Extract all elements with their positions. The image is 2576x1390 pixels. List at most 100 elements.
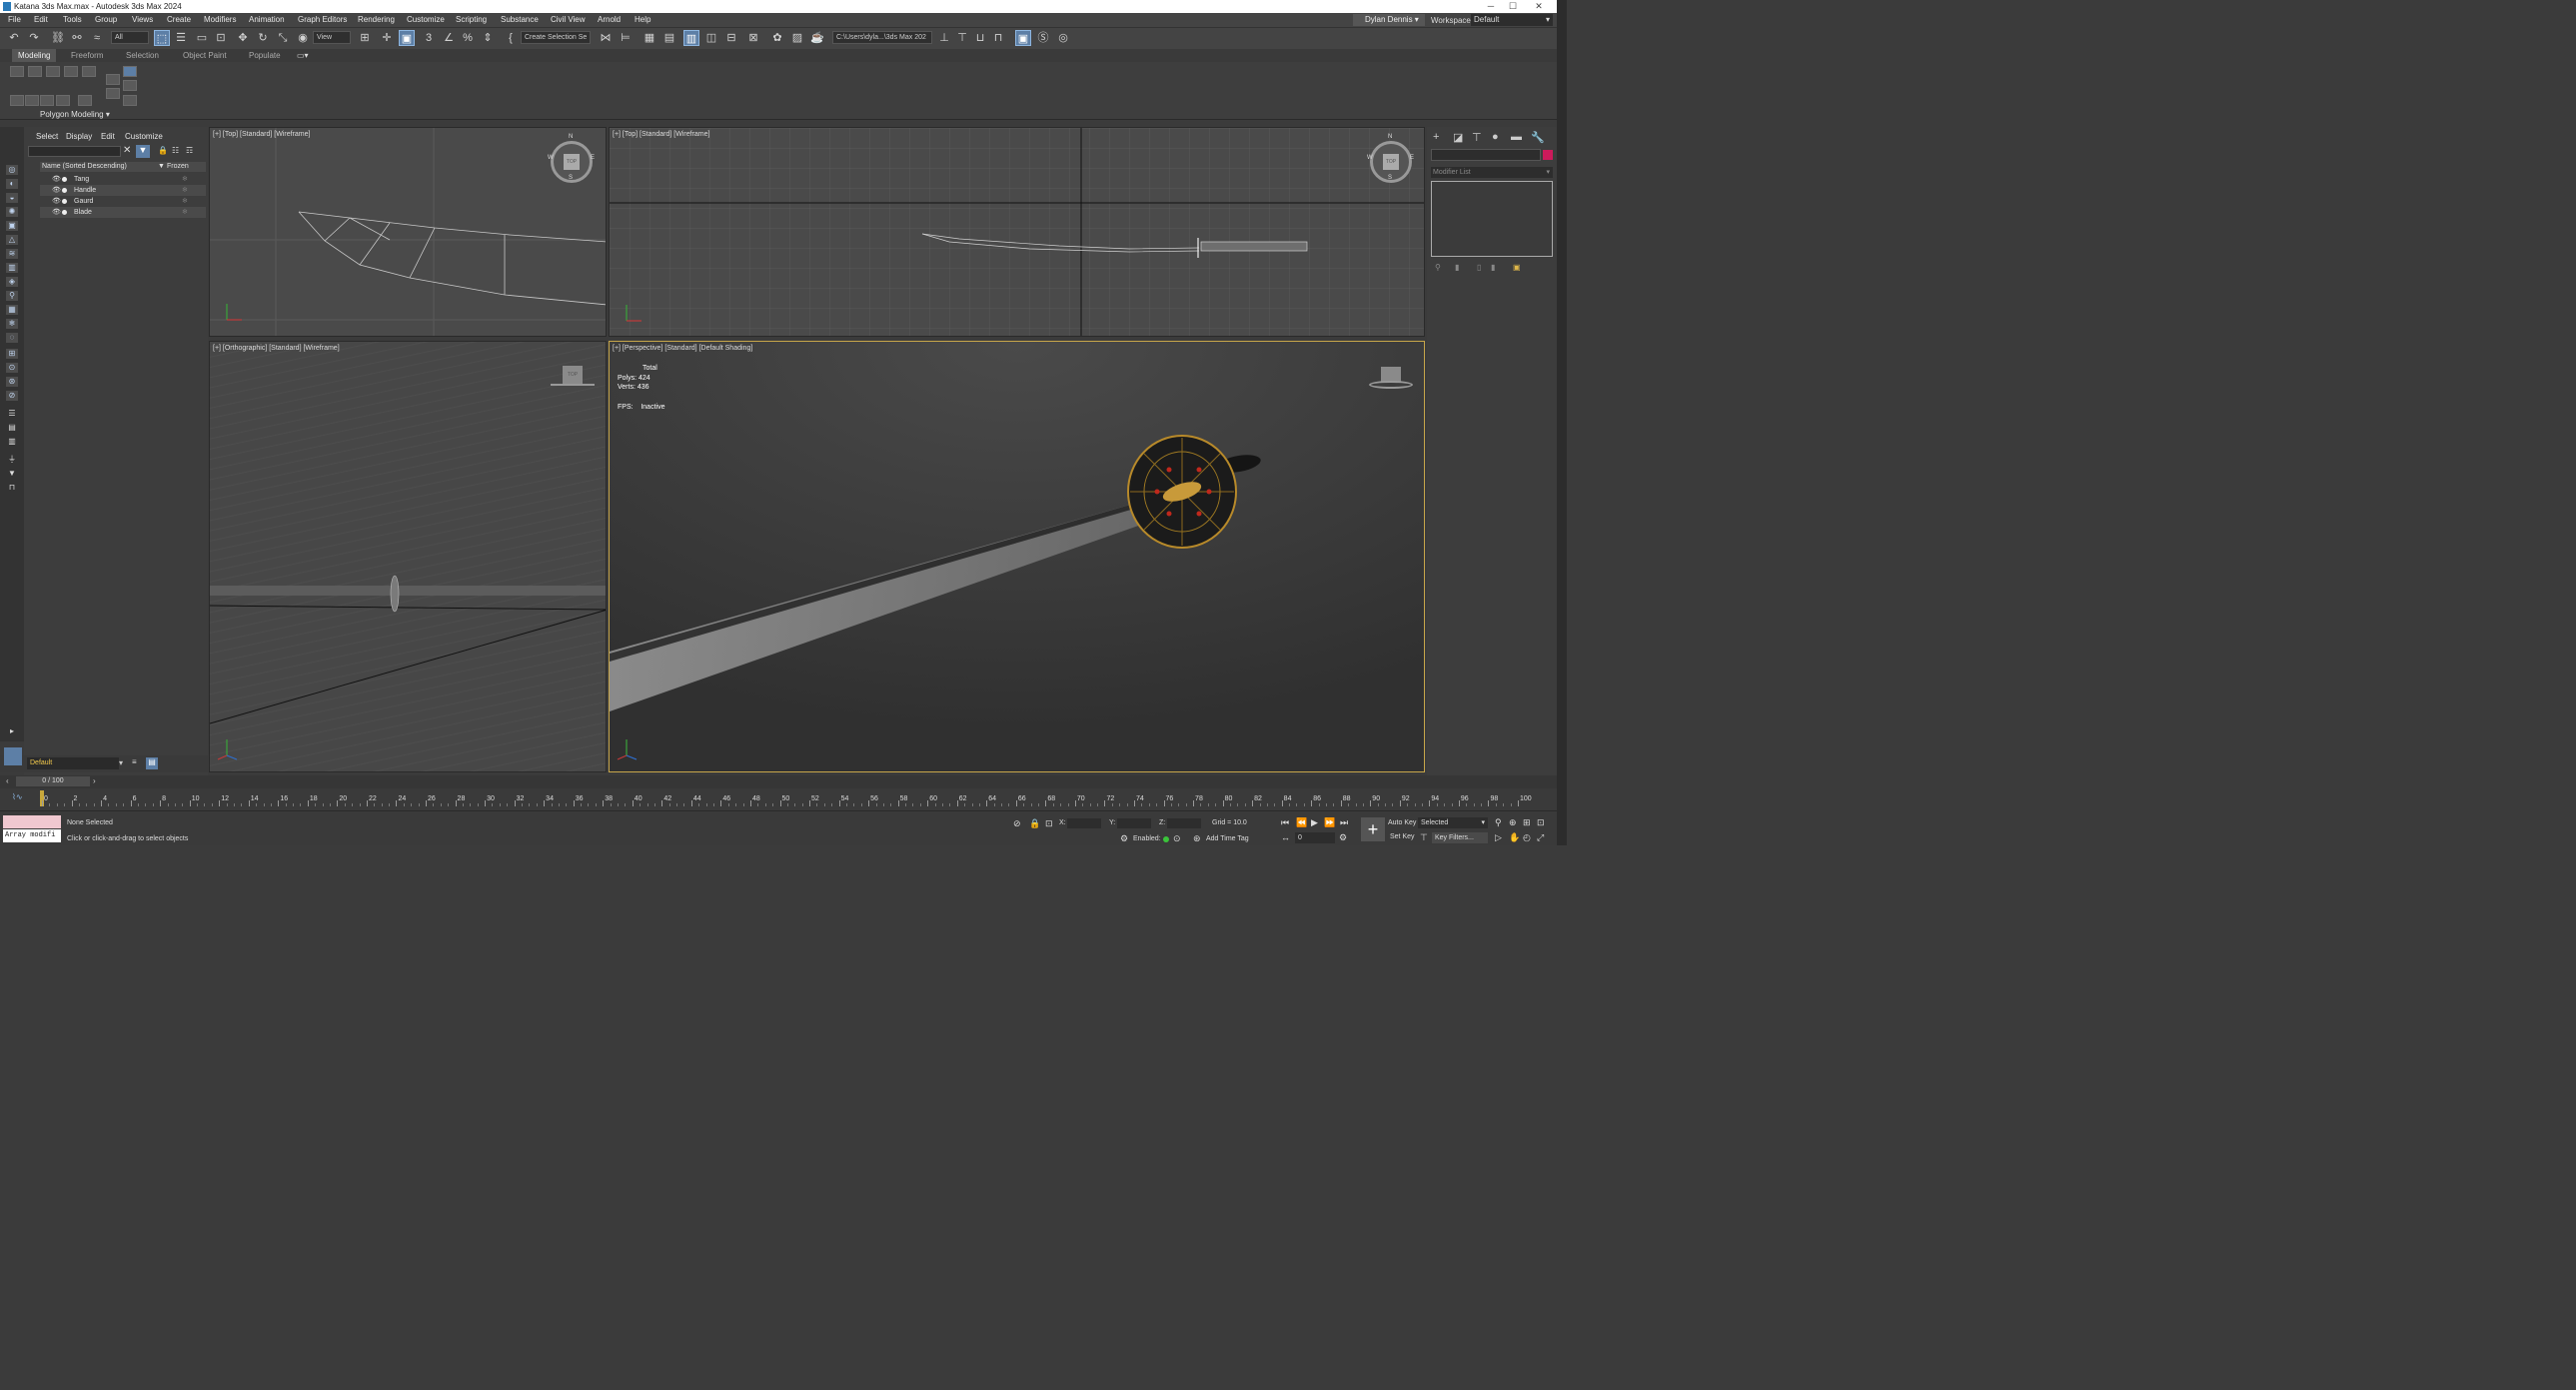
- enabled-toggle-icon[interactable]: ⊙: [1173, 833, 1181, 844]
- menu-edit[interactable]: Edit: [34, 15, 48, 24]
- viewport-top-left[interactable]: [+] [Top] [Standard] [Wireframe] TOP N W…: [209, 127, 607, 337]
- key-mode-icon[interactable]: ↔: [1281, 832, 1290, 842]
- material-editor-icon[interactable]: ⊠: [745, 30, 761, 46]
- funnel-icon[interactable]: ⏚: [6, 455, 18, 465]
- viewport-label[interactable]: [+] [Top] [Standard] [Wireframe]: [213, 131, 310, 138]
- angle-snap-icon[interactable]: ∠: [441, 30, 457, 46]
- z-coord-field[interactable]: [1167, 818, 1201, 828]
- viewport-top-right[interactable]: [+] [Top] [Standard] [Wireframe] TOP N W…: [609, 127, 1425, 337]
- redo-icon[interactable]: ↷: [26, 30, 42, 46]
- window-crossing-icon[interactable]: ⊡: [213, 30, 229, 46]
- object-color-swatch[interactable]: [1543, 150, 1553, 160]
- link-icon[interactable]: ⛓: [50, 30, 66, 46]
- scene-row-tang[interactable]: 👁 Tang ❄: [40, 174, 206, 185]
- tab-selection[interactable]: Selection: [126, 51, 159, 60]
- scene-search-input[interactable]: [28, 146, 121, 157]
- menu-file[interactable]: File: [8, 15, 21, 24]
- zoom-extents-icon[interactable]: ⊞: [1523, 817, 1531, 828]
- layer-sort-icon[interactable]: ☶: [186, 146, 193, 155]
- viewcube-top[interactable]: TOP: [1383, 154, 1399, 170]
- orbit-icon[interactable]: ◴: [1523, 832, 1531, 843]
- modifier-list-dropdown[interactable]: Modifier List ▾: [1431, 167, 1553, 178]
- substance-icon[interactable]: Ⓢ: [1035, 30, 1051, 46]
- x-coord-field[interactable]: [1067, 818, 1101, 828]
- pan-icon[interactable]: ✋: [1509, 832, 1520, 843]
- goto-end-icon[interactable]: ⏭: [1340, 817, 1348, 828]
- display-bones-icon[interactable]: ⚲: [6, 291, 18, 301]
- viewport-label[interactable]: [+] [Perspective] [Standard] [Default Sh…: [613, 345, 752, 352]
- ribbon-btn-8[interactable]: [40, 95, 54, 106]
- set-key-button[interactable]: Set Key: [1390, 833, 1415, 840]
- freeze-icon[interactable]: ❄: [182, 174, 188, 185]
- rect-selection-icon[interactable]: ▭: [194, 30, 210, 46]
- lock-icon[interactable]: 🔒: [158, 146, 168, 155]
- next-key-icon[interactable]: ⏩: [1324, 817, 1335, 828]
- move-icon[interactable]: ✥: [235, 30, 251, 46]
- display-cameras-icon[interactable]: ▣: [6, 221, 18, 231]
- zoom-all-icon[interactable]: ⊕: [1509, 817, 1517, 828]
- play-icon[interactable]: ▶: [1311, 817, 1318, 828]
- auto-key-button[interactable]: Auto Key: [1388, 819, 1416, 826]
- schematic-view-icon[interactable]: ⊟: [723, 30, 739, 46]
- menu-tools[interactable]: Tools: [63, 15, 82, 24]
- undo-icon[interactable]: ↶: [6, 30, 22, 46]
- layer-explorer-icon[interactable]: ▤: [661, 30, 677, 46]
- arnold-icon[interactable]: ◎: [1055, 30, 1071, 46]
- render-icon[interactable]: ☕: [809, 30, 825, 46]
- workspace-dropdown[interactable]: Default ▾: [1471, 14, 1553, 26]
- pivot-icon[interactable]: ⊞: [357, 30, 373, 46]
- timeline[interactable]: ⌇∿ 0 2 4 6 8 10 12 14 16 18 20 22 24 26 28 30 32 34 36 38 40…: [0, 788, 1557, 810]
- ribbon-btn-4[interactable]: [64, 66, 78, 77]
- ribbon-btn-11[interactable]: [106, 74, 120, 85]
- display-hidden-icon[interactable]: ◌: [6, 333, 18, 343]
- eye-icon[interactable]: 👁: [52, 174, 61, 185]
- display-dependents-icon[interactable]: ⊛: [6, 377, 18, 387]
- freeze-icon[interactable]: ❄: [182, 196, 188, 207]
- viewport-layout-icon[interactable]: ▣: [1015, 30, 1031, 46]
- expand-arrow-icon[interactable]: ▸: [6, 726, 18, 736]
- goto-start-icon[interactable]: ⏮: [1281, 817, 1289, 828]
- display-shapes-icon[interactable]: ◒: [6, 193, 18, 203]
- project-icon-3[interactable]: ⊔: [972, 30, 988, 46]
- percent-snap-icon[interactable]: %: [460, 30, 476, 46]
- user-account-dropdown[interactable]: Dylan Dennis ▾: [1353, 14, 1425, 26]
- ribbon-btn-1[interactable]: [10, 66, 24, 77]
- prev-frame-icon[interactable]: ‹: [6, 776, 9, 785]
- scene-explorer-icon[interactable]: ▦: [642, 30, 657, 46]
- scene-row-gaurd[interactable]: 👁 Gaurd ❄: [40, 196, 206, 207]
- menu-substance[interactable]: Substance: [501, 15, 539, 24]
- tab-freeform[interactable]: Freeform: [71, 51, 103, 60]
- ribbon-btn-13[interactable]: [123, 66, 137, 77]
- spinner-snap-icon[interactable]: ⇕: [480, 30, 496, 46]
- filter-toggle-icon[interactable]: ▼: [136, 145, 150, 158]
- viewport-perspective[interactable]: [+] [Perspective] [Standard] [Default Sh…: [609, 341, 1425, 772]
- menu-customize[interactable]: Customize: [407, 15, 445, 24]
- maxscript-input[interactable]: Array modifi: [3, 829, 61, 842]
- ribbon-btn-9[interactable]: [56, 95, 70, 106]
- scale-icon[interactable]: ⤡: [275, 30, 291, 46]
- selection-filter-dropdown[interactable]: All: [111, 31, 149, 44]
- display-children-icon[interactable]: ⊞: [6, 349, 18, 359]
- render-setup-icon[interactable]: ✿: [769, 30, 785, 46]
- hierarchy-icon[interactable]: ☷: [172, 146, 179, 155]
- ribbon-btn-6[interactable]: [10, 95, 24, 106]
- scene-row-blade[interactable]: 👁 Blade ❄: [40, 207, 206, 218]
- viewport-bottom-left[interactable]: [+] [Orthographic] [Standard] [Wireframe…: [209, 341, 607, 772]
- hierarchy-tab-icon[interactable]: ⊤: [1472, 131, 1482, 144]
- frozen-column-header[interactable]: Frozen: [167, 162, 189, 172]
- freeze-icon[interactable]: ❄: [182, 207, 188, 218]
- maximize-viewport-icon[interactable]: ⤢: [1537, 832, 1544, 843]
- eye-icon[interactable]: 👁: [52, 207, 61, 218]
- display-xrefs-icon[interactable]: ◈: [6, 277, 18, 287]
- create-tab-icon[interactable]: +: [1433, 131, 1439, 143]
- menu-create[interactable]: Create: [167, 15, 191, 24]
- keyboard-override-icon[interactable]: ▣: [399, 30, 415, 46]
- select-object-icon[interactable]: ⬚: [154, 30, 170, 46]
- display-all-icon[interactable]: ◎: [6, 165, 18, 175]
- current-frame-field[interactable]: 0: [1295, 832, 1335, 843]
- scene-menu-edit[interactable]: Edit: [101, 132, 115, 141]
- ribbon-panel-label[interactable]: Polygon Modeling ▾: [40, 110, 110, 119]
- name-column-header[interactable]: Name (Sorted Descending): [42, 163, 127, 170]
- add-time-tag[interactable]: Add Time Tag: [1206, 835, 1249, 842]
- menu-group[interactable]: Group: [95, 15, 117, 24]
